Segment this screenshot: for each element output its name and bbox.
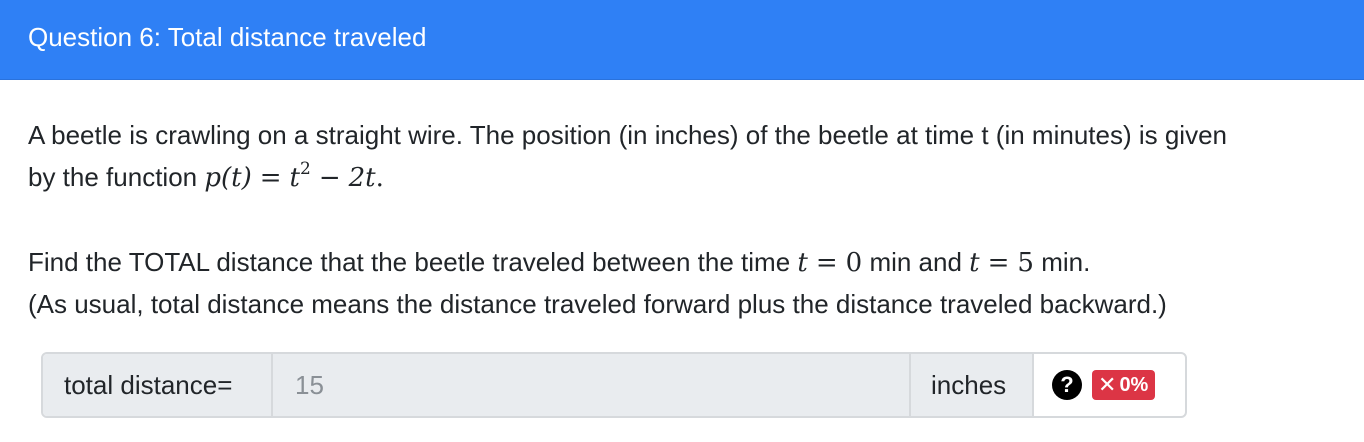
answer-input-group: total distance= inches ? ✕ 0% — [41, 352, 1187, 418]
position-function: p(t) = t2−2t. — [204, 159, 384, 194]
function-lhs: p(t) — [204, 163, 252, 193]
unit-label: inches — [909, 354, 1034, 416]
find-prefix: Find the TOTAL distance that the beetle … — [28, 247, 791, 277]
question-text-line-2: by the function p(t) = t2−2t. — [28, 160, 384, 195]
function-exponent: 2 — [300, 159, 311, 179]
function-tail: 2t — [348, 163, 376, 193]
time-start-expr: t = 0 — [797, 248, 863, 278]
question-title: Question 6: Total distance traveled — [28, 22, 427, 52]
function-intro: by the function — [28, 162, 198, 192]
answer-status: ? ✕ 0% — [1034, 354, 1185, 416]
question-text-line-4: (As usual, total distance means the dist… — [28, 289, 1167, 319]
question-text-line-1: A beetle is crawling on a straight wire.… — [28, 120, 1227, 150]
score-badge: ✕ 0% — [1092, 370, 1156, 400]
question-text-line-3: Find the TOTAL distance that the beetle … — [28, 245, 1090, 280]
end-text: min. — [1041, 247, 1091, 277]
score-text: 0% — [1119, 373, 1149, 396]
time-end-expr: t = 5 — [969, 248, 1034, 278]
function-base: t — [289, 163, 300, 193]
x-icon: ✕ — [1098, 372, 1117, 397]
question-header: Question 6: Total distance traveled — [0, 0, 1364, 80]
answer-label: total distance= — [43, 354, 273, 416]
help-icon[interactable]: ? — [1052, 370, 1082, 400]
mid-text: min and — [869, 247, 962, 277]
total-distance-input[interactable] — [273, 354, 909, 416]
